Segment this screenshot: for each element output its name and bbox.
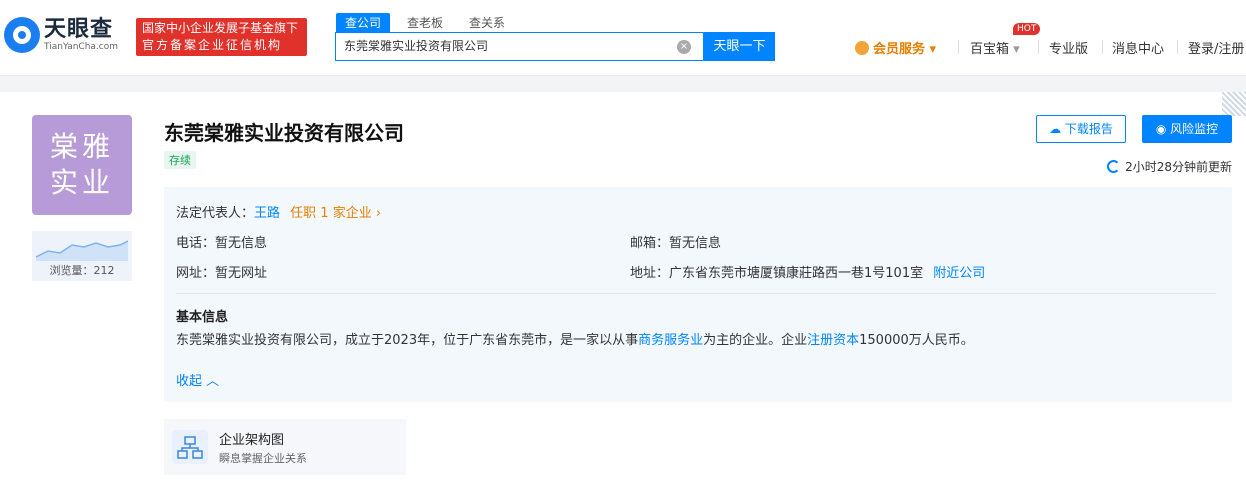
status-badge: 存续 xyxy=(164,151,196,169)
views-count: 浏览量：212 xyxy=(49,264,115,277)
download-report-button[interactable]: ☁ 下载报告 xyxy=(1036,115,1126,143)
update-time[interactable]: 2小时28分钟前更新 xyxy=(1107,158,1232,175)
company-info-panel: 法定代表人：王路 任职 1 家企业 › 电话：暂无信息 邮箱：暂无信息 网址：暂… xyxy=(164,187,1232,402)
logo-eye-icon xyxy=(4,17,40,53)
nav-divider xyxy=(958,40,959,54)
legal-rep-link[interactable]: 王路 xyxy=(254,206,280,221)
collapse-button[interactable]: 收起 ︿ xyxy=(176,370,219,389)
official-badge: 国家中小企业发展子基金旗下 官方备案企业征信机构 xyxy=(136,18,307,56)
qr-code-icon[interactable] xyxy=(1222,92,1246,116)
clear-icon[interactable]: × xyxy=(677,40,691,54)
address-value: 广东省东莞市塘厦镇康莊路西一巷1号101室 xyxy=(669,266,924,281)
views-widget: 浏览量：212 xyxy=(32,231,132,281)
legal-rep-roles-link[interactable]: 任职 1 家企业 › xyxy=(290,206,381,221)
message-center-link[interactable]: 消息中心 xyxy=(1112,38,1164,57)
website-row: 网址：暂无网址 xyxy=(176,266,268,281)
vip-service-menu[interactable]: 会员服务 ▾ xyxy=(855,38,936,57)
search-input[interactable]: 东莞棠雅实业投资有限公司 × xyxy=(335,32,704,61)
chevron-right-icon: › xyxy=(375,206,382,221)
views-sparkline-icon xyxy=(36,240,128,261)
legal-representative-row: 法定代表人：王路 任职 1 家企业 › xyxy=(176,206,382,221)
logo-domain: TianYanCha.com xyxy=(44,41,119,52)
login-register-link[interactable]: 登录/注册 xyxy=(1188,38,1244,57)
nav-divider xyxy=(1177,40,1178,54)
refresh-icon xyxy=(1107,160,1121,173)
caret-down-icon: ▾ xyxy=(929,42,937,57)
industry-link[interactable]: 商务服务业 xyxy=(638,333,703,348)
basic-info-text: 东莞棠雅实业投资有限公司，成立于2023年，位于广东省东莞市，是一家以从事商务服… xyxy=(176,333,974,348)
hot-badge: HOT xyxy=(1013,23,1041,35)
cloud-download-icon: ☁ xyxy=(1049,122,1062,136)
email-row: 邮箱：暂无信息 xyxy=(630,236,722,251)
tab-boss[interactable]: 查老板 xyxy=(398,13,452,32)
nearby-companies-link[interactable]: 附近公司 xyxy=(933,266,985,281)
search-button[interactable]: 天眼一下 xyxy=(704,32,775,61)
structure-chart-card[interactable]: 企业架构图 瞬息掌握企业关系 xyxy=(164,419,406,475)
chevron-up-icon: ︿ xyxy=(206,374,220,389)
company-name: 东莞棠雅实业投资有限公司 xyxy=(164,121,404,145)
treasure-box-menu[interactable]: 百宝箱 ▾ xyxy=(970,38,1020,57)
email-value: 暂无信息 xyxy=(669,236,722,251)
section-divider xyxy=(176,293,1216,294)
registered-capital-link[interactable]: 注册资本 xyxy=(807,333,859,348)
basic-info-title: 基本信息 xyxy=(176,310,229,325)
monitor-eye-icon: ◉ xyxy=(1155,122,1167,136)
caret-down-icon: ▾ xyxy=(1013,42,1020,57)
pro-version-link[interactable]: 专业版 xyxy=(1049,38,1088,57)
nav-divider xyxy=(1102,40,1103,54)
top-header: 天眼查 TianYanCha.com 国家中小企业发展子基金旗下 官方备案企业征… xyxy=(0,0,1246,76)
structure-chart-title: 企业架构图 xyxy=(219,433,285,448)
company-avatar: 棠雅 实业 xyxy=(32,115,132,215)
website-value: 暂无网址 xyxy=(215,266,268,281)
phone-value: 暂无信息 xyxy=(215,236,268,251)
site-logo[interactable]: 天眼查 TianYanCha.com xyxy=(4,17,118,53)
address-row: 地址：广东省东莞市塘厦镇康莊路西一巷1号101室 附近公司 xyxy=(630,266,986,281)
structure-chart-subtitle: 瞬息掌握企业关系 xyxy=(219,452,307,465)
logo-text: 天眼查 xyxy=(44,16,114,42)
org-chart-icon xyxy=(172,430,208,464)
risk-monitor-button[interactable]: ◉ 风险监控 xyxy=(1142,115,1232,143)
tab-company[interactable]: 查公司 xyxy=(336,13,391,32)
nav-divider xyxy=(1038,40,1039,54)
phone-row: 电话：暂无信息 xyxy=(176,236,268,251)
tab-relation[interactable]: 查关系 xyxy=(460,13,514,32)
search-tabs: 查公司 查老板 查关系 xyxy=(336,13,522,32)
crown-icon xyxy=(855,41,869,55)
